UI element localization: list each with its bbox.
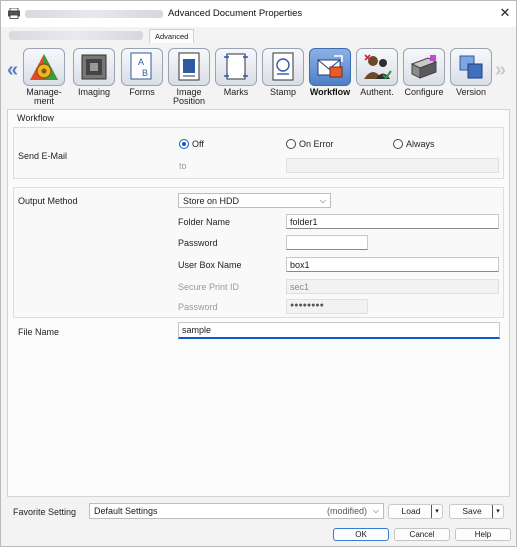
version-icon [459,55,483,79]
file-name-field[interactable]: sample [178,322,500,339]
save-label: Save [462,506,482,516]
category-label: Image Position [172,87,206,106]
cancel-button[interactable]: Cancel [394,528,450,541]
scroll-right-icon[interactable]: » [495,59,506,82]
svg-text:B: B [142,68,148,78]
title-bar: Advanced Document Properties ✕ [1,1,516,27]
dialog-window: Advanced Document Properties ✕ Advanced … [0,0,517,547]
to-label: to [179,161,187,171]
imaging-icon [81,54,107,80]
forms-icon: A B [130,52,152,80]
configure-icon [410,55,438,79]
tab-advanced[interactable]: Advanced [149,29,195,43]
category-imaging[interactable]: Imaging [72,48,116,97]
category-label: Forms [129,87,155,97]
radio-on-error-label[interactable]: On Error [299,139,334,149]
secure-password-label: Password [178,302,218,312]
window-title: Advanced Document Properties [168,8,303,19]
category-label: Imaging [77,87,111,97]
secure-password-field[interactable]: ●●●●●●●● [286,299,368,314]
favorite-setting-value: Default Settings [94,506,158,516]
user-box-name-field[interactable]: box1 [286,257,499,272]
favorite-setting-select[interactable]: Default Settings (modified) ⌵ [89,503,384,519]
chevron-down-icon[interactable]: ▾ [492,505,503,518]
category-version[interactable]: Version [449,48,493,97]
radio-off[interactable] [179,139,189,149]
output-method-value: Store on HDD [183,196,240,206]
category-forms[interactable]: A B Forms [120,48,164,97]
category-label: Manage- ment [26,87,62,106]
user-box-name-label: User Box Name [178,260,242,270]
category-label: Marks [223,87,249,97]
svg-text:A: A [138,57,144,67]
radio-off-label[interactable]: Off [192,139,204,149]
password-label: Password [178,238,218,248]
secure-print-id-field[interactable]: sec1 [286,279,499,294]
category-stamp[interactable]: Stamp [261,48,305,97]
tab-row [1,27,516,43]
send-email-label: Send E-Mail [18,151,68,161]
file-name-label: File Name [18,327,60,337]
category-authentication[interactable]: Authent. [355,48,399,97]
ok-button[interactable]: OK [333,528,389,541]
radio-always[interactable] [393,139,403,149]
load-button[interactable]: Load ▾ [388,504,443,519]
folder-name-label: Folder Name [178,217,231,227]
image-position-icon [178,52,200,81]
section-title: Workflow [17,113,54,123]
output-method-label: Output Method [18,196,78,206]
load-label: Load [401,506,421,516]
category-marks[interactable]: Marks [214,48,258,97]
help-button[interactable]: Help [455,528,511,541]
save-button[interactable]: Save ▾ [449,504,504,519]
category-label: Stamp [269,87,296,97]
to-field[interactable] [286,158,499,173]
category-image-position[interactable]: Image Position [167,48,211,106]
chevron-down-icon: ⌵ [319,196,326,205]
marks-icon [224,53,248,80]
printer-name-blurred [25,10,163,18]
radio-always-label[interactable]: Always [406,139,435,149]
favorite-setting-label: Favorite Setting [13,507,77,517]
scroll-left-icon[interactable]: « [7,59,18,82]
category-label: Workflow [309,87,351,97]
password-field[interactable] [286,235,368,250]
chevron-down-icon: ⌵ [372,506,379,515]
folder-name-field[interactable]: folder1 [286,214,499,229]
category-label: Authent. [360,87,394,97]
secure-print-id-label: Secure Print ID [178,282,240,292]
modified-indicator: (modified) [326,506,367,516]
radio-on-error[interactable] [286,139,296,149]
category-configure[interactable]: Configure [402,48,446,97]
chevron-down-icon[interactable]: ▾ [431,505,442,518]
close-button[interactable]: ✕ [497,5,513,21]
category-management[interactable]: Manage- ment [22,48,66,106]
tab-printer-blurred[interactable] [9,31,143,40]
category-label: Configure [404,87,444,97]
category-workflow[interactable]: Workflow [308,48,352,97]
printer-icon [8,8,20,19]
category-label: Version [455,87,487,97]
stamp-icon [272,52,294,81]
workflow-icon [317,55,343,78]
authentication-icon [364,54,392,80]
output-method-select[interactable]: Store on HDD ⌵ [178,193,331,208]
management-icon [30,54,58,80]
